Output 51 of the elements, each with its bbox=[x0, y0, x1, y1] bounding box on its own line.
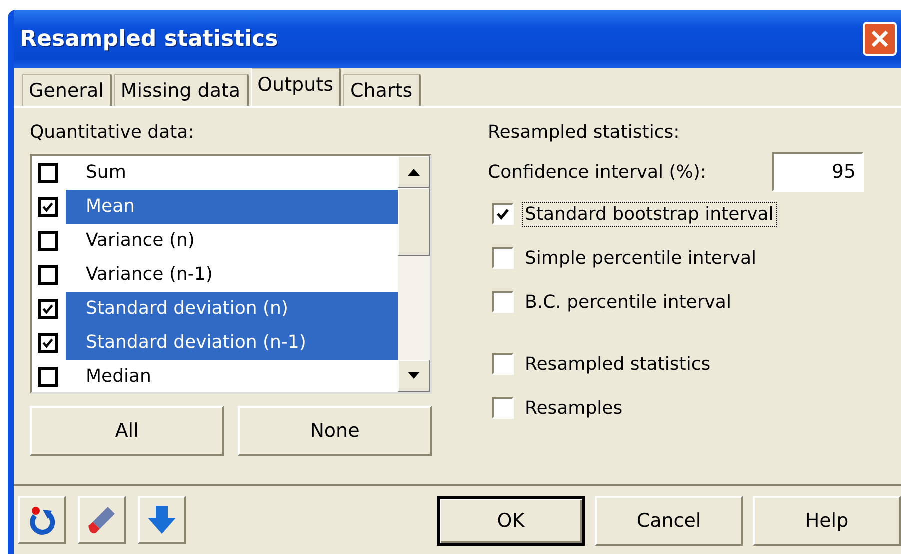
checkbox[interactable] bbox=[492, 291, 514, 313]
checkbox-label[interactable]: Resampled statistics bbox=[522, 352, 714, 376]
tab[interactable]: Missing data bbox=[114, 74, 249, 106]
checkbox-label[interactable]: Resamples bbox=[522, 396, 626, 420]
checkbox-label[interactable]: Standard bootstrap interval bbox=[522, 202, 777, 226]
checkbox[interactable] bbox=[38, 265, 58, 285]
scroll-up-button[interactable] bbox=[398, 156, 430, 188]
list-item[interactable]: Sum bbox=[66, 156, 398, 190]
list-item[interactable]: Standard deviation (n) bbox=[66, 292, 398, 326]
list-item[interactable]: Mean bbox=[66, 190, 398, 224]
close-icon bbox=[869, 28, 891, 50]
list-item[interactable]: Median bbox=[66, 360, 398, 392]
checkbox[interactable] bbox=[492, 397, 514, 419]
tab[interactable]: General bbox=[22, 74, 112, 106]
window-title: Resampled statistics bbox=[20, 26, 278, 52]
checkbox[interactable] bbox=[492, 353, 514, 375]
scroll-thumb[interactable] bbox=[398, 188, 430, 256]
checkbox-label[interactable]: Simple percentile interval bbox=[522, 246, 760, 270]
close-button[interactable] bbox=[863, 22, 897, 56]
confidence-field[interactable]: 95 bbox=[772, 152, 864, 192]
scroll-down-button[interactable] bbox=[398, 360, 430, 392]
field-label: Confidence interval (%): bbox=[488, 162, 706, 182]
clear-button[interactable] bbox=[78, 496, 126, 544]
checkbox[interactable] bbox=[38, 231, 58, 251]
section-label: Quantitative data: bbox=[30, 122, 196, 145]
checkbox[interactable] bbox=[38, 367, 58, 387]
select-button[interactable]: All bbox=[30, 406, 224, 456]
tab[interactable]: Outputs bbox=[250, 68, 342, 106]
up-caret-icon bbox=[408, 168, 420, 176]
checkbox[interactable] bbox=[38, 333, 58, 353]
section-label: Resampled statistics: bbox=[488, 122, 681, 145]
dialog-button[interactable]: Cancel bbox=[595, 496, 743, 546]
scrollbar[interactable] bbox=[398, 156, 430, 392]
list-item[interactable]: Variance (n-1) bbox=[66, 258, 398, 292]
eraser-icon bbox=[86, 504, 118, 536]
down-button[interactable] bbox=[138, 496, 186, 544]
list-item[interactable]: Standard deviation (n-1) bbox=[66, 326, 398, 360]
checkbox[interactable] bbox=[492, 203, 514, 225]
checkbox[interactable] bbox=[38, 299, 58, 319]
dialog-button[interactable]: OK bbox=[437, 496, 585, 546]
down-caret-icon bbox=[408, 372, 420, 380]
checkbox[interactable] bbox=[38, 197, 58, 217]
checkbox[interactable] bbox=[38, 163, 58, 183]
checkbox-label[interactable]: B.C. percentile interval bbox=[522, 290, 734, 314]
dialog-button[interactable]: Help bbox=[753, 496, 901, 546]
tab[interactable]: Charts bbox=[343, 74, 421, 106]
select-button[interactable]: None bbox=[238, 406, 432, 456]
list-item[interactable]: Variance (n) bbox=[66, 224, 398, 258]
down-arrow-icon bbox=[146, 504, 178, 536]
reset-button[interactable] bbox=[18, 496, 66, 544]
checkbox[interactable] bbox=[492, 247, 514, 269]
